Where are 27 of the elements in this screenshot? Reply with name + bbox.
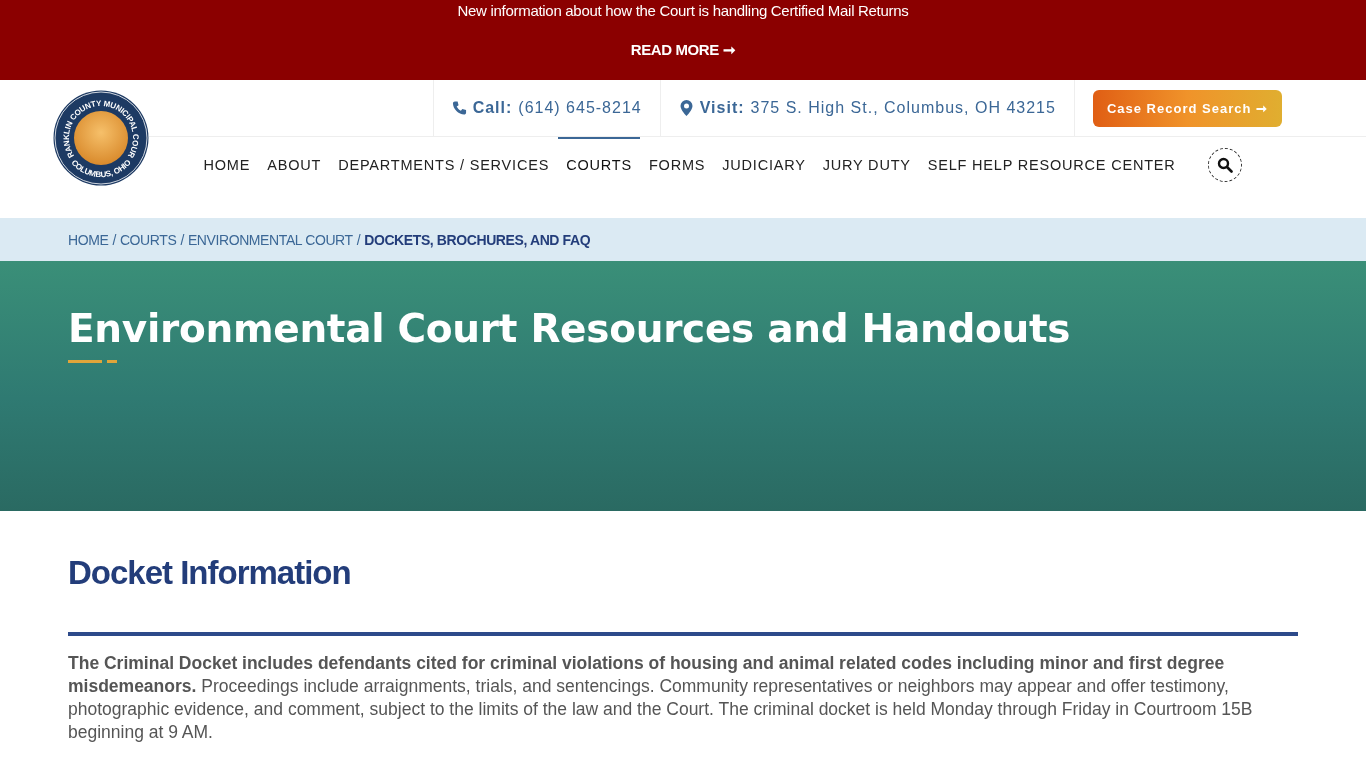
title-underline-icon <box>68 360 118 364</box>
nav-link[interactable]: DEPARTMENTS / SERVICES <box>329 137 558 193</box>
breadcrumb-separator: / <box>112 231 116 248</box>
breadcrumb-separator: / <box>356 231 361 248</box>
search-button[interactable] <box>1208 148 1243 182</box>
nav-link[interactable]: HOME <box>195 137 259 193</box>
contact-item[interactable]: Visit: 375 S. High St., Columbus, OH 43215 <box>659 80 1075 136</box>
docket-paragraph: The Criminal Docket includes defendants cited for criminal violations of housing and animal related codes including minor and first degree misdemeanors. Proceedings include arraignments, trials, and sentencings. Community representatives or neighbors may appear and offer testimony, photographic evidence, and comment, subject to the limits of the law and the Court. The criminal docket is held Monday through Friday in Courtroom 15B beginning at 9 AM. <box>68 652 1254 744</box>
nav-link[interactable]: ABOUT <box>258 137 330 193</box>
alert-message: New information about how the Court is handling Certified Mail Returns <box>457 1 909 21</box>
nav-link[interactable]: JUDICIARY <box>713 137 815 193</box>
breadcrumb-link[interactable]: DOCKETS, BROCHURES, AND FAQ <box>364 231 591 248</box>
phone-icon <box>451 100 467 116</box>
breadcrumb-link[interactable]: HOME <box>68 231 109 248</box>
map-pin-icon <box>678 100 694 116</box>
section-heading: Docket Information <box>68 553 352 593</box>
page-title: Environmental Court Resources and Handouts <box>68 305 1071 353</box>
nav-link[interactable]: FORMS <box>640 137 714 193</box>
breadcrumb-link[interactable]: ENVIRONMENTAL COURT <box>187 231 353 248</box>
read-more-link[interactable]: READ MORE ➞ <box>630 41 736 59</box>
search-icon <box>1217 157 1234 173</box>
nav-link[interactable]: SELF HELP RESOURCE CENTER <box>919 137 1185 193</box>
nav-link[interactable]: JURY DUTY <box>814 137 920 193</box>
contact-item[interactable]: Call: (614) 645-8214 <box>432 80 660 136</box>
nav-link[interactable]: COURTS <box>557 137 641 193</box>
breadcrumb-separator: / <box>180 231 184 248</box>
breadcrumb-link[interactable]: COURTS <box>119 231 177 248</box>
